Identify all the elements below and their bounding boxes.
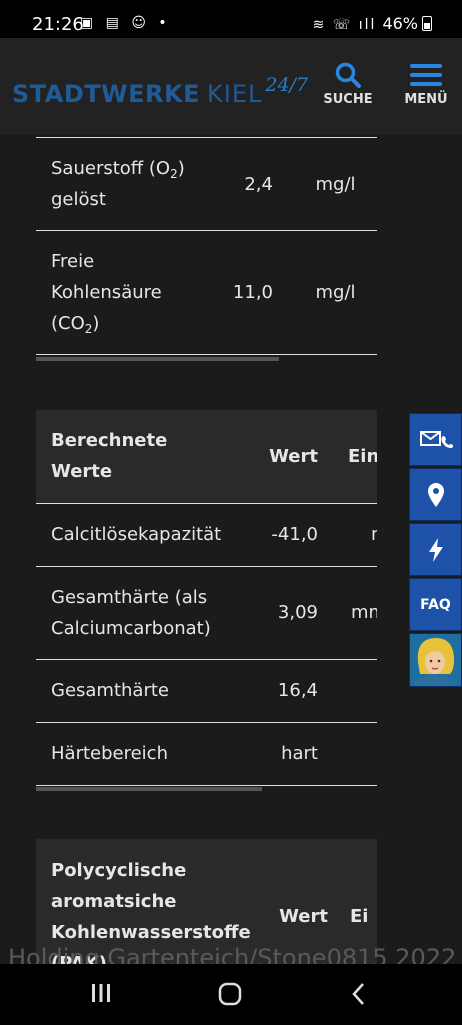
search-label: SUCHE [323, 92, 373, 107]
site-header: STADTWERKE KIEL 24/7 SUCHE MENÜ [0, 38, 462, 135]
menu-button[interactable]: MENÜ [398, 62, 454, 107]
row-value: 2,4 [204, 137, 276, 231]
faq-tab[interactable]: FAQ [409, 578, 462, 631]
table-header-row: BerechneteWerte Wert Einh [36, 410, 377, 504]
row-value: -41,0 [236, 503, 318, 567]
hamburger-icon [410, 64, 442, 86]
column-header-unit: Einh [318, 410, 377, 504]
contact-tab[interactable] [409, 413, 462, 466]
row-unit: ° [318, 659, 377, 723]
row-unit: mg/l [276, 230, 377, 355]
column-header-value: Wert [236, 410, 318, 504]
menu-label: MENÜ [404, 92, 448, 107]
row-label: Gesamthärte (als Calciumcarbonat) [36, 566, 236, 660]
calculated-values-table: BerechneteWerte Wert Einh Calcitlösekapa… [36, 410, 377, 786]
android-nav-bar [0, 964, 462, 1025]
table-row: Freie Kohlensäure (CO2) 11,0 mg/l [36, 230, 377, 355]
logo-city: KIEL [207, 80, 263, 108]
table-row: Gesamthärte (alsCalciumcarbonat) 3,09 mm… [36, 566, 377, 660]
row-value: hart [236, 722, 318, 786]
horizontal-scrollbar[interactable] [36, 357, 279, 361]
row-value: 16,4 [236, 659, 318, 723]
page-content[interactable]: Sauerstoff (O2) gelöst 2,4 mg/l Freie Ko… [0, 135, 462, 964]
row-label: Freie Kohlensäure (CO2) [36, 230, 204, 355]
horizontal-scrollbar[interactable] [36, 787, 262, 791]
status-right: ≋ ☏ ıll 46% [313, 14, 432, 33]
row-label: Calcitlösekapazität [36, 503, 236, 567]
row-value: 3,09 [236, 566, 318, 660]
mail-phone-icon [419, 430, 453, 448]
table-row: Calcitlösekapazität -41,0 m [36, 503, 377, 567]
logo-tag: 24/7 [265, 74, 309, 96]
row-unit: mg/l [276, 137, 377, 231]
recent-apps-icon[interactable] [90, 982, 112, 1004]
row-unit: mmo [318, 566, 377, 660]
water-values-table: Sauerstoff (O2) gelöst 2,4 mg/l Freie Ko… [36, 137, 377, 355]
table-scroll-1[interactable]: Sauerstoff (O2) gelöst 2,4 mg/l Freie Ko… [36, 137, 377, 355]
status-time: 21:26 [32, 14, 84, 35]
home-icon[interactable] [217, 982, 243, 1006]
search-button[interactable]: SUCHE [322, 62, 374, 107]
back-icon[interactable] [350, 982, 368, 1006]
table-row: Sauerstoff (O2) gelöst 2,4 mg/l [36, 137, 377, 231]
logo-main: STADTWERKE [12, 80, 200, 108]
site-logo[interactable]: STADTWERKE KIEL 24/7 [12, 74, 308, 108]
table-row: Gesamthärte 16,4 ° [36, 659, 377, 723]
assistant-avatar-icon [414, 638, 457, 686]
row-label: Härtebereich [36, 722, 236, 786]
row-value: 11,0 [204, 230, 276, 355]
row-unit [318, 722, 377, 786]
table-row: Härtebereich hart [36, 722, 377, 786]
battery-icon [422, 16, 432, 31]
faq-label: FAQ [420, 596, 451, 613]
table-scroll-2[interactable]: BerechneteWerte Wert Einh Calcitlösekapa… [36, 410, 377, 786]
search-icon [335, 62, 361, 88]
battery-percent: 46% [382, 14, 418, 33]
column-header-name: Berechnete Werte [36, 410, 236, 504]
location-pin-icon [427, 482, 444, 507]
row-unit: m [318, 503, 377, 567]
location-tab[interactable] [409, 468, 462, 521]
chat-assistant-tab[interactable] [409, 633, 462, 687]
row-label: Gesamthärte [36, 659, 236, 723]
outage-tab[interactable] [409, 523, 462, 576]
notification-icons: ▣ ▤ ☺ • [80, 15, 171, 31]
signal-icon: ≋ ☏ ıll [312, 17, 377, 33]
lightning-icon [428, 537, 443, 562]
row-label: Sauerstoff (O2) gelöst [36, 137, 204, 231]
